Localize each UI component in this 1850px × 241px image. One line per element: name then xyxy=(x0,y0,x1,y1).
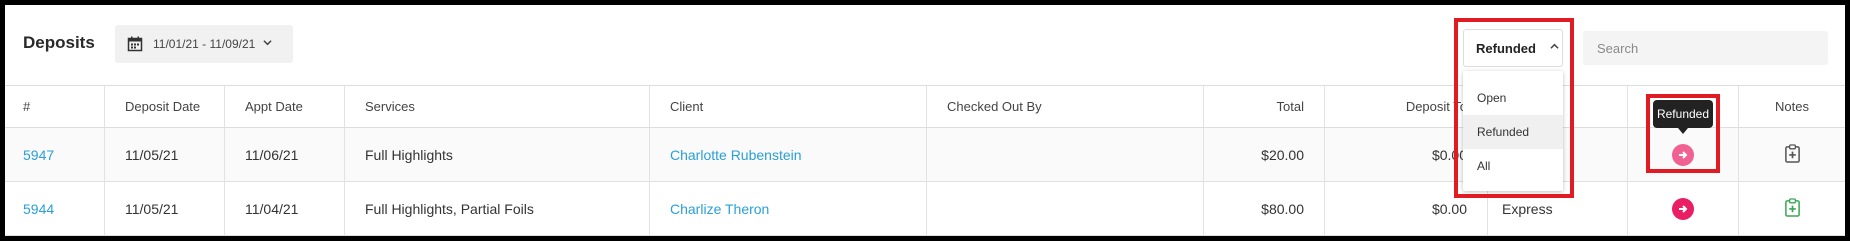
page-title: Deposits xyxy=(23,33,95,52)
arrow-right-circle-icon[interactable] xyxy=(1672,197,1694,220)
date-range-button[interactable]: 11/01/21 - 11/09/21 xyxy=(115,25,293,63)
column-header-deposit-date[interactable]: Deposit Date xyxy=(105,86,225,127)
arrow-right-circle-icon[interactable] xyxy=(1672,143,1694,166)
chevron-up-icon xyxy=(1550,42,1559,54)
client-link[interactable]: Charlize Theron xyxy=(670,201,769,217)
appt-date-cell: 11/04/21 xyxy=(225,182,345,235)
services-cell: Full Highlights xyxy=(345,128,650,181)
column-header-total[interactable]: Total xyxy=(1204,86,1325,127)
total-cell: $20.00 xyxy=(1204,128,1325,181)
date-range-label: 11/01/21 - 11/09/21 xyxy=(153,37,256,51)
table-row[interactable]: 5944 11/05/21 11/04/21 Full Highlights, … xyxy=(5,182,1845,236)
status-filter-menu: Open Refunded All xyxy=(1463,71,1563,191)
appt-date-cell: 11/06/21 xyxy=(225,128,345,181)
column-header-appt-date[interactable]: Appt Date xyxy=(225,86,345,127)
deposit-id-link[interactable]: 5944 xyxy=(23,201,54,217)
client-link[interactable]: Charlotte Rubenstein xyxy=(670,147,802,163)
column-header-checked-out-by[interactable]: Checked Out By xyxy=(927,86,1204,127)
table-row[interactable]: 5947 11/05/21 11/06/21 Full Highlights C… xyxy=(5,128,1845,182)
column-header-notes[interactable]: Notes xyxy=(1739,86,1845,127)
action-tooltip: Refunded xyxy=(1653,100,1713,134)
checked-out-by-cell xyxy=(927,182,1204,235)
deposit-date-cell: 11/05/21 xyxy=(105,128,225,181)
status-option-all[interactable]: All xyxy=(1463,149,1563,183)
column-header-client[interactable]: Client xyxy=(650,86,927,127)
column-header-services[interactable]: Services xyxy=(345,86,650,127)
checked-out-by-cell xyxy=(927,128,1204,181)
column-header-id[interactable]: # xyxy=(5,86,105,127)
status-option-refunded[interactable]: Refunded xyxy=(1463,115,1563,149)
deposits-panel: Deposits 11/01/21 - 11/09/21 Refunded Se… xyxy=(5,5,1845,236)
clipboard-plus-icon[interactable] xyxy=(1784,143,1801,166)
calendar-icon xyxy=(127,36,143,52)
chevron-down-icon xyxy=(263,38,272,50)
deposit-date-cell: 11/05/21 xyxy=(105,182,225,235)
table-header: # Deposit Date Appt Date Services Client… xyxy=(5,85,1845,128)
clipboard-plus-icon[interactable] xyxy=(1784,197,1801,220)
total-cell: $80.00 xyxy=(1204,182,1325,235)
services-cell: Full Highlights, Partial Foils xyxy=(345,182,650,235)
search-input[interactable] xyxy=(1583,31,1828,65)
status-filter-value: Refunded xyxy=(1476,40,1536,56)
status-option-open[interactable]: Open xyxy=(1463,81,1563,115)
status-filter-select[interactable]: Refunded xyxy=(1463,29,1563,67)
deposit-id-link[interactable]: 5947 xyxy=(23,147,54,163)
